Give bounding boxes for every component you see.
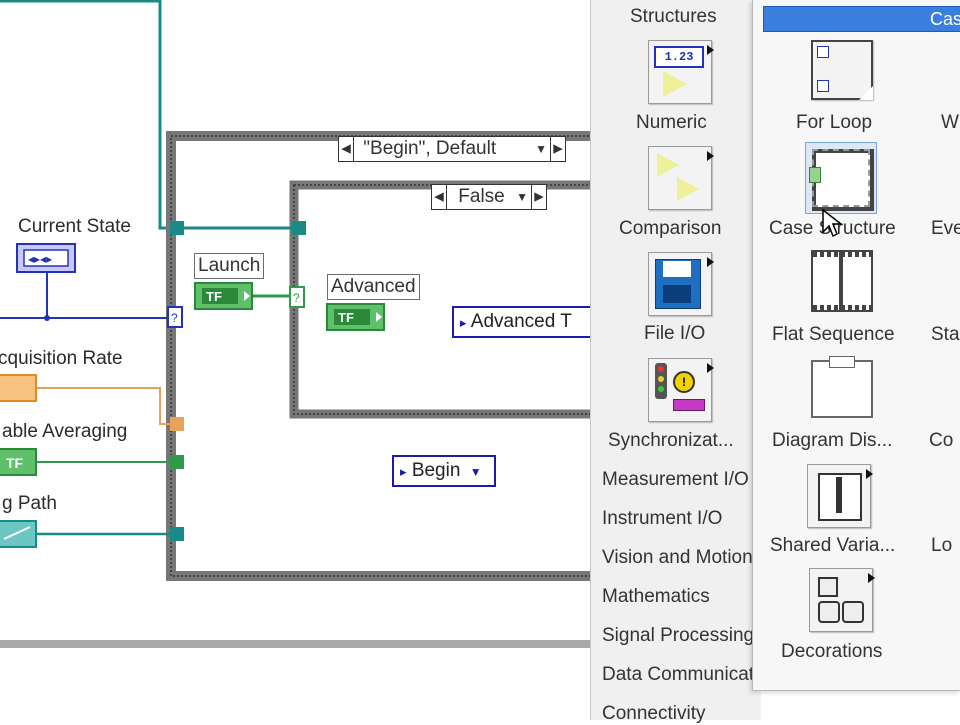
mouse-cursor-icon [822, 208, 844, 238]
palette-category-label[interactable]: Comparison [619, 218, 721, 240]
svg-text:TF: TF [206, 289, 222, 304]
launch-label: Launch [194, 253, 265, 279]
palette-item-label-clipped[interactable]: W [941, 112, 959, 134]
tunnel-logpath [170, 527, 184, 541]
palette-item-label[interactable]: Decorations [781, 641, 882, 663]
enable-averaging-label: able Averaging [2, 421, 128, 442]
for-loop-icon[interactable] [811, 40, 873, 100]
palette-category-label[interactable]: Synchronizat... [608, 430, 734, 452]
enum-icon: ▸ [400, 464, 407, 479]
dropdown-arrow-icon[interactable]: ▼ [516, 185, 528, 209]
palette-list-item[interactable]: Connectivity [602, 703, 706, 725]
acquisition-rate-label: cquisition Rate [0, 348, 123, 369]
svg-text:?: ? [293, 291, 300, 305]
enum-icon: ▸ [460, 315, 467, 330]
synchronization-icon[interactable]: ! [648, 358, 714, 422]
palette-item-label-clipped[interactable]: Sta [931, 324, 960, 346]
svg-text:?: ? [171, 311, 178, 325]
log-path-label: g Path [2, 493, 57, 514]
dropdown-arrow-icon[interactable]: ▼ [535, 137, 547, 161]
tunnel-averaging [170, 455, 184, 469]
palette-item-label-clipped[interactable]: Eve [931, 218, 960, 240]
file-io-icon[interactable] [648, 252, 714, 316]
palette-category-label[interactable]: File I/O [644, 323, 705, 345]
subpalette-header: Cas [763, 6, 960, 32]
decorations-icon[interactable] [809, 568, 875, 632]
svg-text:◂▸◂▸: ◂▸◂▸ [28, 252, 52, 266]
palette-list-item[interactable]: Instrument I/O [602, 508, 722, 530]
svg-text:TF: TF [6, 455, 24, 471]
log-path-terminal[interactable] [0, 520, 37, 548]
palette-item-label[interactable]: Shared Varia... [770, 535, 895, 557]
svg-text:TF: TF [338, 310, 354, 325]
increment-arrow-icon[interactable]: ▸ [550, 137, 565, 161]
wire-loop-frame [0, 0, 178, 230]
window-bottom-bar [0, 640, 590, 648]
inner-case-value: False [458, 186, 505, 207]
comparison-icon[interactable] [648, 146, 714, 210]
acquisition-rate-terminal[interactable] [0, 374, 37, 402]
palette-item-label-clipped[interactable]: Lo [931, 535, 952, 557]
dropdown-arrow-icon[interactable]: ▼ [470, 465, 482, 479]
palette-list-item[interactable]: Mathematics [602, 586, 710, 608]
palette-item-label[interactable]: For Loop [796, 112, 872, 134]
decrement-arrow-icon[interactable]: ◂ [432, 185, 447, 209]
decrement-arrow-icon[interactable]: ◂ [339, 137, 354, 161]
palette-item-label-clipped[interactable]: Co [929, 430, 953, 452]
wire-acquisition-rate [36, 387, 174, 425]
enum-begin-constant[interactable]: ▸ Begin ▼ [392, 455, 496, 487]
current-state-label: Current State [18, 216, 131, 237]
enum-advanced-constant[interactable]: ▸ Advanced T [452, 306, 598, 338]
palette-list-item[interactable]: Measurement I/O [602, 469, 749, 491]
case-structure-icon[interactable] [805, 142, 877, 214]
flat-sequence-icon[interactable] [811, 250, 873, 312]
palette-item-label[interactable]: Flat Sequence [772, 324, 895, 346]
advanced-label: Advanced [327, 274, 420, 300]
palette-category-label[interactable]: Numeric [636, 112, 707, 134]
tunnel-loop [170, 221, 184, 235]
inner-case-selector[interactable]: ◂ False ▼ ▸ [431, 184, 547, 210]
palette-list-item[interactable]: Vision and Motion [602, 547, 753, 569]
palette-category-label[interactable]: Structures [630, 6, 717, 28]
numeric-icon[interactable]: 1.23 [648, 40, 714, 104]
palette-item-label[interactable]: Diagram Dis... [772, 430, 892, 452]
outer-case-value: "Begin", Default [363, 138, 497, 159]
palette-list-item[interactable]: Signal Processing [602, 625, 754, 647]
outer-case-selector[interactable]: ◂ "Begin", Default ▼ ▸ [338, 136, 566, 162]
structures-subpalette: Cas For Loop Case Structure Flat Sequenc… [752, 0, 960, 691]
shared-variable-icon[interactable] [807, 464, 873, 528]
tunnel-acquisition [170, 417, 184, 431]
diagram-disable-icon[interactable] [811, 356, 873, 418]
increment-arrow-icon[interactable]: ▸ [531, 185, 546, 209]
tunnel-inner-loop [292, 221, 306, 235]
